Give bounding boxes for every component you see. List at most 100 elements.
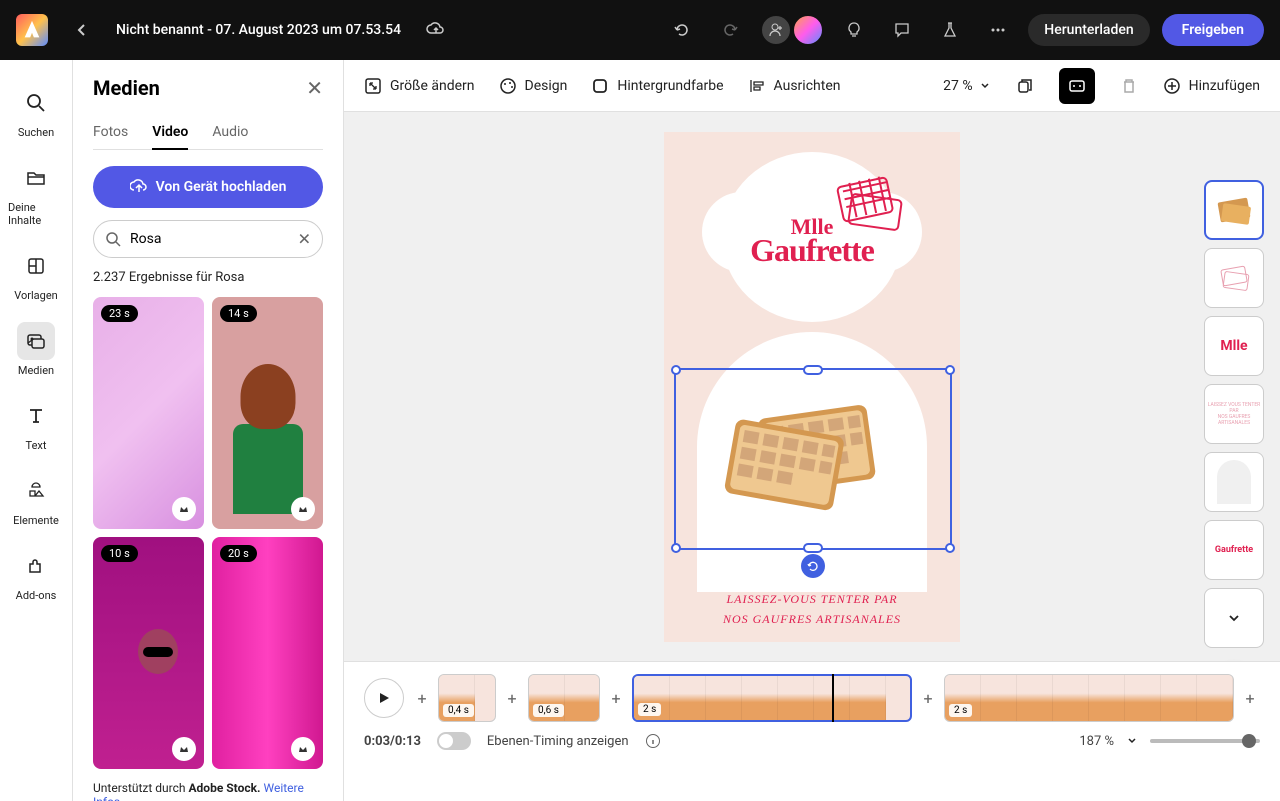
share-button[interactable]: Freigeben [1162,14,1264,46]
page-thumb-5[interactable] [1204,452,1264,512]
shapes-icon [26,481,46,501]
slider-thumb[interactable] [1242,734,1256,748]
upload-button[interactable]: Von Gerät hochladen [93,166,323,208]
timeline-zoom-display: 187 % [1079,734,1114,749]
resize-icon [364,77,382,95]
panel-header: Medien ✕ [93,76,323,100]
flask-icon [941,21,959,39]
page-thumb-2[interactable] [1204,248,1264,308]
info-icon[interactable] [645,733,661,749]
close-panel-button[interactable]: ✕ [306,76,323,100]
rail-your-content[interactable]: Deine Inhalte [0,151,72,235]
document-title[interactable]: Nicht benannt - 07. August 2023 um 07.53… [116,22,401,38]
download-button[interactable]: Herunterladen [1028,14,1149,46]
header-left: Nicht benannt - 07. August 2023 um 07.53… [16,12,453,48]
person-plus-icon [768,22,784,38]
playhead[interactable]: ⌄ [832,674,834,722]
rail-templates[interactable]: Vorlagen [0,239,72,310]
more-icon [989,21,1007,39]
page-thumb-1[interactable] [1204,180,1264,240]
main-area: Suchen Deine Inhalte Vorlagen Medien Tex… [0,60,1280,801]
rail-search[interactable]: Suchen [0,76,72,147]
page-thumb-3[interactable]: Mlle [1204,316,1264,376]
page-thumb-6[interactable]: Gaufrette [1204,520,1264,580]
video-thumb-4[interactable]: 20 s [212,537,323,769]
tagline-2: NOS GAUFRES ARTISANALES [723,612,901,627]
trash-icon [1120,77,1138,95]
tips-button[interactable] [836,12,872,48]
video-thumb-1[interactable]: 23 s [93,297,204,529]
chevron-down-icon [1227,611,1241,625]
design-tool[interactable]: Design [499,77,568,95]
add-clip-button[interactable]: + [1240,688,1260,708]
handle-tl[interactable] [671,365,681,375]
add-button[interactable]: Hinzufügen [1163,77,1260,95]
search-input[interactable] [93,220,323,258]
clips-container[interactable]: +0,4 s +0,6 s +2 s +2 s + ⌄ [412,674,1260,722]
logo-icon [21,19,43,41]
video-thumb-3[interactable]: 10 s [93,537,204,769]
add-clip-button[interactable]: + [918,688,938,708]
add-clip-button[interactable]: + [606,688,626,708]
add-clip-button[interactable]: + [502,688,522,708]
more-button[interactable] [980,12,1016,48]
bgcolor-icon [591,77,609,95]
zoom-dropdown[interactable]: 27 % [943,78,990,94]
timeline-clip[interactable]: 0,4 s [438,674,496,722]
invite-avatar[interactable] [760,14,792,46]
media-tabs: Fotos Video Audio [93,116,323,150]
timeline: +0,4 s +0,6 s +2 s +2 s + ⌄ 0:03/0:13 Ebenen-… [344,661,1280,801]
add-clip-button[interactable]: + [412,688,432,708]
comment-icon [893,21,911,39]
chevron-down-icon[interactable] [1126,735,1138,747]
align-tool[interactable]: Ausrichten [748,77,841,95]
page-thumb-4[interactable]: LAISSEZ VOUS TENTER PARNOS GAUFRES ARTIS… [1204,384,1264,444]
layer-timing-toggle[interactable] [437,732,471,750]
rail-media[interactable]: Medien [0,314,72,385]
rail-text[interactable]: Text [0,389,72,460]
rail-addons[interactable]: Add-ons [0,539,72,610]
rail-elements[interactable]: Elemente [0,464,72,535]
media-icon [26,331,46,351]
ai-avatar[interactable] [792,14,824,46]
templates-icon [26,256,46,276]
tab-video[interactable]: Video [152,116,188,150]
handle-bl[interactable] [671,543,681,553]
app-logo[interactable] [16,14,48,46]
video-thumb-2[interactable]: 14 s [212,297,323,529]
beta-button[interactable] [932,12,968,48]
comments-button[interactable] [884,12,920,48]
duplicate-button[interactable] [1007,68,1043,104]
timeline-clip[interactable]: 0,6 s [528,674,600,722]
timeline-clip[interactable]: 2 s [944,674,1234,722]
clip-duration: 0,6 s [533,704,564,717]
handle-tr[interactable] [945,365,955,375]
undo-button[interactable] [664,12,700,48]
chevron-down-icon [979,80,991,92]
back-button[interactable] [64,12,100,48]
cloud-sync-icon [426,21,444,39]
play-button[interactable] [364,678,404,718]
zoom-slider[interactable] [1150,739,1260,743]
artboard[interactable]: Mlle Gaufrette LA [664,132,960,642]
timeline-footer: 0:03/0:13 Ebenen-Timing anzeigen 187 % [364,732,1260,750]
text-icon [26,406,46,426]
undo-icon [673,21,691,39]
expand-pages-button[interactable] [1204,588,1264,648]
waffle-photo[interactable] [702,372,922,532]
clear-search-button[interactable]: ✕ [298,230,311,249]
scene-button[interactable] [1059,68,1095,104]
align-icon [748,77,766,95]
delete-button[interactable] [1111,68,1147,104]
resize-tool[interactable]: Größe ändern [364,77,475,95]
tab-photos[interactable]: Fotos [93,116,128,149]
app-header: Nicht benannt - 07. August 2023 um 07.53… [0,0,1280,60]
sync-button[interactable] [417,12,453,48]
handle-br[interactable] [945,543,955,553]
tab-audio[interactable]: Audio [212,116,248,149]
bgcolor-tool[interactable]: Hintergrundfarbe [591,77,723,95]
redo-button[interactable] [712,12,748,48]
timeline-clip[interactable]: 2 s [632,674,912,722]
play-icon [377,691,391,705]
canvas-viewport[interactable]: Mlle Gaufrette LA [344,112,1280,661]
